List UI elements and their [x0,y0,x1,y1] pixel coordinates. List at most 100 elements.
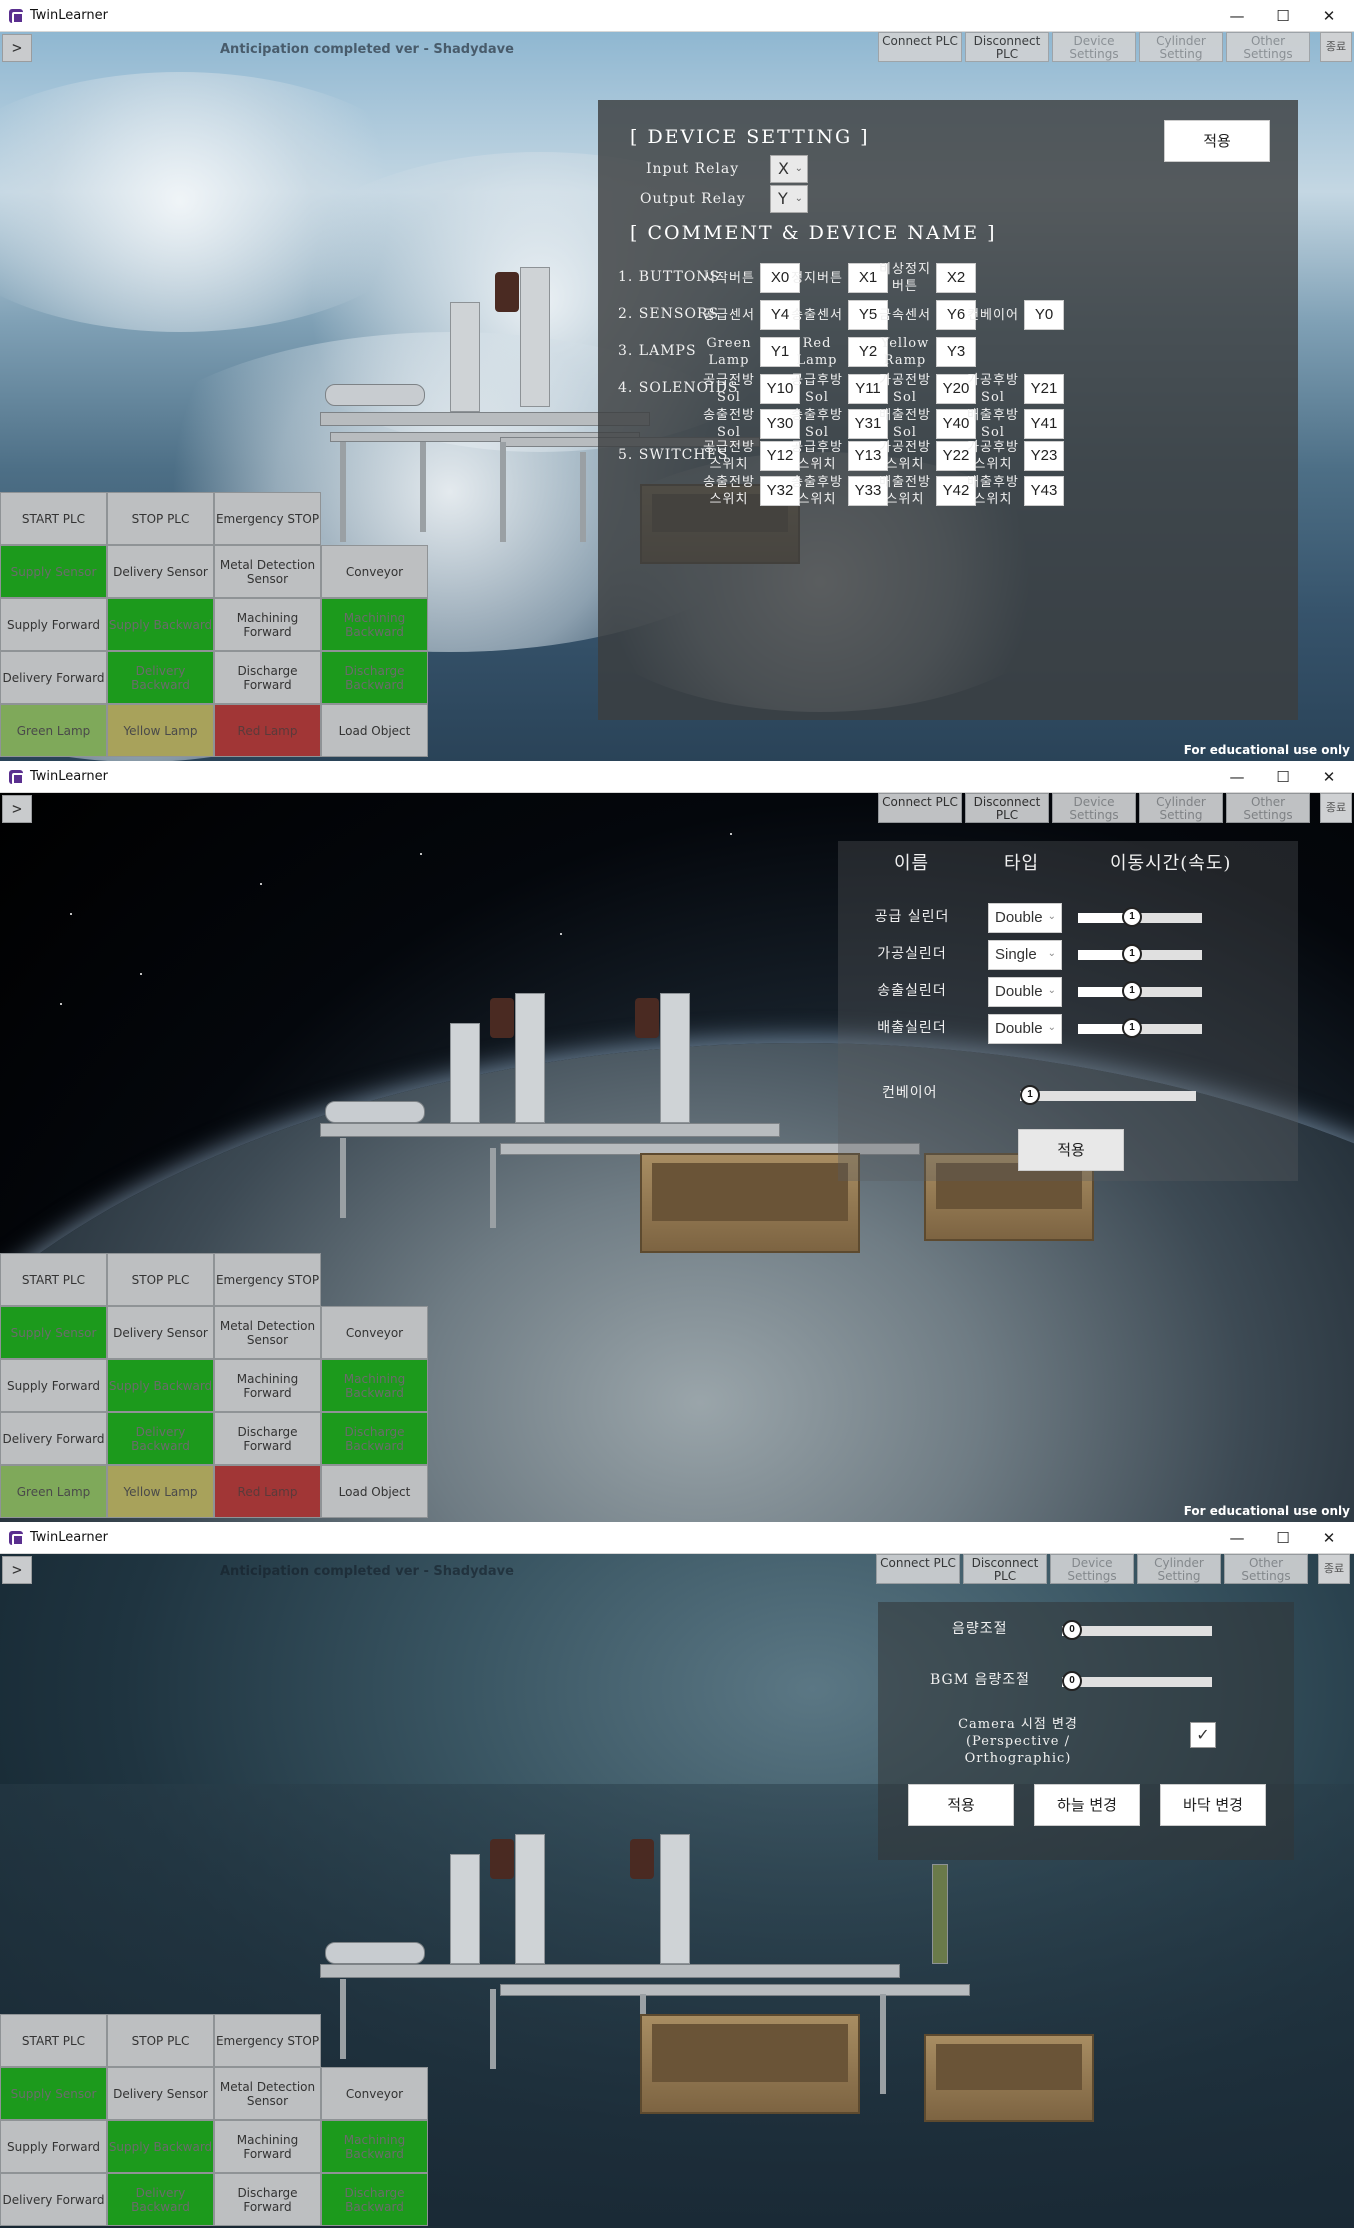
3d-viewport[interactable]: Anticipation completed ver - Shadydave >… [0,1554,1354,2228]
delivery-sensor-indicator[interactable]: Delivery Sensor [107,545,214,598]
delivery-forward-button[interactable]: Delivery Forward [0,2173,107,2226]
cylinder-setting-button[interactable]: Cylinder Setting [1137,1554,1221,1584]
machining-backward-button[interactable]: Machining Backward [321,598,428,651]
start-plc-button[interactable]: START PLC [0,2014,107,2067]
minimize-button[interactable]: — [1220,4,1254,28]
conveyor-button[interactable]: Conveyor [321,2067,428,2120]
other-settings-button[interactable]: Other Settings [1226,793,1310,823]
device-address-field[interactable]: Y0 [1024,300,1064,330]
discharge-backward-button[interactable]: Discharge Backward [321,651,428,704]
device-apply-button[interactable]: 적용 [1164,120,1270,162]
other-apply-button[interactable]: 적용 [908,1784,1014,1826]
disconnect-plc-button[interactable]: Disconnect PLC [965,32,1049,62]
emergency-stop-button[interactable]: Emergency STOP [214,492,321,545]
device-settings-button[interactable]: Device Settings [1052,793,1136,823]
input-relay-dropdown[interactable]: X [770,155,808,183]
emergency-stop-button[interactable]: Emergency STOP [214,2014,321,2067]
supply-backward-button[interactable]: Supply Backward [107,598,214,651]
metal-detection-sensor-indicator[interactable]: Metal Detection Sensor [214,2067,321,2120]
close-button[interactable]: ✕ [1312,765,1346,789]
conveyor-button[interactable]: Conveyor [321,545,428,598]
panel-toggle-button[interactable]: > [2,34,32,62]
slider-knob[interactable]: 0 [1062,1620,1082,1640]
green-lamp-button[interactable]: Green Lamp [0,704,107,757]
supply-backward-button[interactable]: Supply Backward [107,1359,214,1412]
other-settings-button[interactable]: Other Settings [1226,32,1310,62]
conveyor-button[interactable]: Conveyor [321,1306,428,1359]
cylinder-type-select[interactable]: Single [988,940,1062,970]
cylinder-apply-button[interactable]: 적용 [1018,1129,1124,1171]
delivery-sensor-indicator[interactable]: Delivery Sensor [107,2067,214,2120]
device-settings-button[interactable]: Device Settings [1050,1554,1134,1584]
bgm-volume-slider[interactable]: 0 [1062,1671,1212,1691]
stop-plc-button[interactable]: STOP PLC [107,492,214,545]
slider-knob[interactable]: 1 [1020,1085,1040,1105]
red-lamp-button[interactable]: Red Lamp [214,704,321,757]
yellow-lamp-button[interactable]: Yellow Lamp [107,704,214,757]
slider-knob[interactable]: 1 [1122,1018,1142,1038]
stop-plc-button[interactable]: STOP PLC [107,2014,214,2067]
maximize-button[interactable]: ☐ [1266,1526,1300,1550]
metal-detection-sensor-indicator[interactable]: Metal Detection Sensor [214,545,321,598]
delivery-forward-button[interactable]: Delivery Forward [0,1412,107,1465]
panel-toggle-button[interactable]: > [2,795,32,823]
connect-plc-button[interactable]: Connect PLC [878,32,962,62]
supply-backward-button[interactable]: Supply Backward [107,2120,214,2173]
device-settings-button[interactable]: Device Settings [1052,32,1136,62]
quit-button[interactable]: 종료 [1320,32,1352,62]
3d-viewport[interactable]: > Connect PLC Disconnect PLC Device Sett… [0,793,1354,1522]
delivery-forward-button[interactable]: Delivery Forward [0,651,107,704]
discharge-backward-button[interactable]: Discharge Backward [321,2173,428,2226]
sky-change-button[interactable]: 하늘 변경 [1034,1784,1140,1826]
supply-sensor-indicator[interactable]: Supply Sensor [0,1306,107,1359]
quit-button[interactable]: 종료 [1320,793,1352,823]
output-relay-dropdown[interactable]: Y [770,185,808,213]
delivery-backward-button[interactable]: Delivery Backward [107,1412,214,1465]
cylinder-type-select[interactable]: Double [988,977,1062,1007]
3d-viewport[interactable]: Anticipation completed ver - Shadydave >… [0,32,1354,761]
load-object-button[interactable]: Load Object [321,1465,428,1518]
connect-plc-button[interactable]: Connect PLC [878,793,962,823]
delivery-backward-button[interactable]: Delivery Backward [107,2173,214,2226]
machining-forward-button[interactable]: Machining Forward [214,598,321,651]
cylinder-setting-button[interactable]: Cylinder Setting [1139,32,1223,62]
device-address-field[interactable]: Y3 [936,337,976,367]
slider-knob[interactable]: 1 [1122,944,1142,964]
supply-forward-button[interactable]: Supply Forward [0,2120,107,2173]
cylinder-speed-slider[interactable]: 1 [1078,981,1202,1001]
device-address-field[interactable]: Y43 [1024,476,1064,506]
connect-plc-button[interactable]: Connect PLC [876,1554,960,1584]
cylinder-speed-slider[interactable]: 1 [1078,907,1202,927]
maximize-button[interactable]: ☐ [1266,765,1300,789]
discharge-forward-button[interactable]: Discharge Forward [214,651,321,704]
discharge-forward-button[interactable]: Discharge Forward [214,1412,321,1465]
cylinder-type-select[interactable]: Double [988,903,1062,933]
machining-backward-button[interactable]: Machining Backward [321,1359,428,1412]
cylinder-setting-button[interactable]: Cylinder Setting [1139,793,1223,823]
start-plc-button[interactable]: START PLC [0,492,107,545]
supply-sensor-indicator[interactable]: Supply Sensor [0,545,107,598]
cylinder-type-select[interactable]: Double [988,1014,1062,1044]
minimize-button[interactable]: — [1220,765,1254,789]
device-address-field[interactable]: Y21 [1024,374,1064,404]
cylinder-speed-slider[interactable]: 1 [1078,944,1202,964]
close-button[interactable]: ✕ [1312,4,1346,28]
delivery-sensor-indicator[interactable]: Delivery Sensor [107,1306,214,1359]
slider-knob[interactable]: 1 [1122,907,1142,927]
discharge-forward-button[interactable]: Discharge Forward [214,2173,321,2226]
close-button[interactable]: ✕ [1312,1526,1346,1550]
disconnect-plc-button[interactable]: Disconnect PLC [963,1554,1047,1584]
device-address-field[interactable]: Y23 [1024,441,1064,471]
disconnect-plc-button[interactable]: Disconnect PLC [965,793,1049,823]
start-plc-button[interactable]: START PLC [0,1253,107,1306]
yellow-lamp-button[interactable]: Yellow Lamp [107,1465,214,1518]
slider-knob[interactable]: 1 [1122,981,1142,1001]
cylinder-speed-slider[interactable]: 1 [1078,1018,1202,1038]
device-address-field[interactable]: X2 [936,263,976,293]
floor-change-button[interactable]: 바닥 변경 [1160,1784,1266,1826]
machining-forward-button[interactable]: Machining Forward [214,2120,321,2173]
supply-sensor-indicator[interactable]: Supply Sensor [0,2067,107,2120]
camera-toggle-checkbox[interactable]: ✓ [1190,1722,1216,1748]
volume-slider[interactable]: 0 [1062,1620,1212,1640]
supply-forward-button[interactable]: Supply Forward [0,1359,107,1412]
